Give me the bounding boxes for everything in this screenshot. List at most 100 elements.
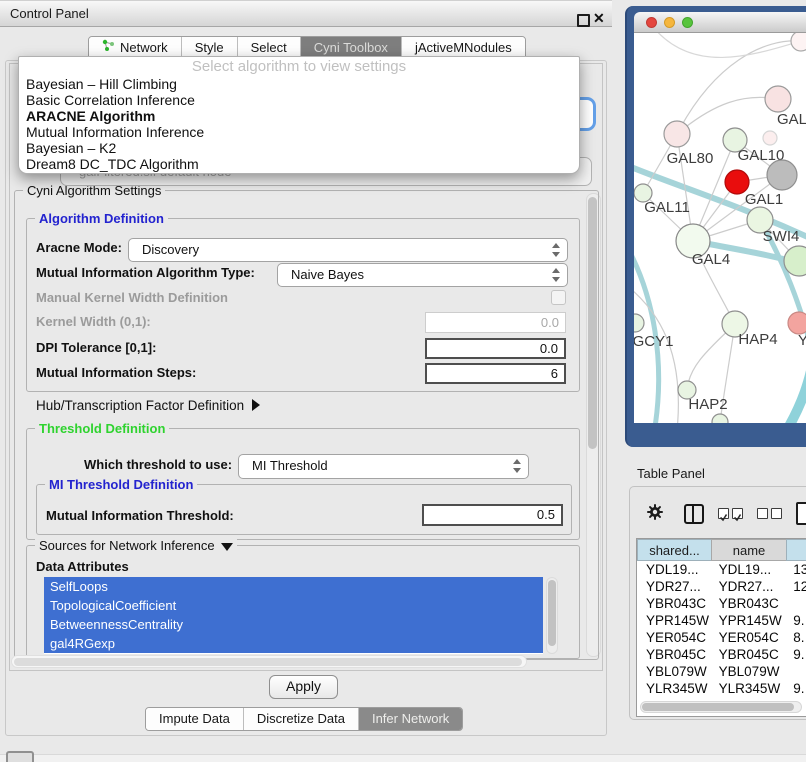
table-row[interactable]: YDR27...YDR27...12 [637,578,806,595]
table-row[interactable]: YLR345WYLR345W9. [637,680,806,697]
dropdown-item[interactable]: Dream8 DC_TDC Algorithm [19,156,579,172]
sources-title[interactable]: Sources for Network Inference [35,538,237,553]
table-row[interactable]: YER054CYER054C8. [637,629,806,646]
table-row[interactable]: YIL052CYIL052C9 [637,697,806,700]
float-window-icon[interactable] [577,14,590,27]
table-cell: YDR27... [637,578,710,595]
dropdown-item[interactable]: ARACNE Algorithm [19,108,579,124]
network-node-gal[interactable] [765,86,791,112]
table-cell [784,595,806,612]
corner-button-fragment[interactable] [6,751,34,762]
screenshot-stage: Control Panel ✕ Network Style Select Cyn… [0,0,806,762]
mi-threshold-label: Mutual Information Threshold: [46,508,234,523]
table-row[interactable]: YBR045CYBR045C9. [637,646,806,663]
mi-algorithm-type-combobox[interactable]: Naive Bayes [277,263,568,287]
manual-kernel-width-checkbox[interactable] [551,290,566,305]
table-row[interactable]: YDL19...YDL19...13 [637,561,806,578]
network-node-label: GAL4 [692,251,730,268]
table-row[interactable]: YBL079WYBL079W [637,663,806,680]
table-cell: 9. [784,646,806,663]
network-node-gal80[interactable] [664,121,690,147]
attribute-list-item[interactable]: gal4RGexp [44,634,543,653]
table-horizontal-scrollbar-thumb[interactable] [642,703,794,711]
table-cell: YBR043C [637,595,710,612]
attribute-list-item[interactable]: TopologicalCoefficient [44,596,543,615]
show-columns-icon[interactable] [684,504,704,524]
network-node[interactable] [791,33,806,51]
document-icon[interactable] [796,502,806,525]
tab-infer-network[interactable]: Infer Network [358,708,462,730]
network-node-label: GAL1 [745,191,783,208]
dropdown-item[interactable]: Bayesian – K2 [19,140,579,156]
table-cell: YER054C [637,629,710,646]
table-cell: YBL079W [710,663,785,680]
attribute-list-item[interactable]: SelfLoops [44,577,543,596]
table-cell [784,663,806,680]
tab-impute-data[interactable]: Impute Data [146,708,243,730]
table-cell: YER054C [710,629,785,646]
aracne-mode-label: Aracne Mode: [36,240,122,255]
table-cell: YDL19... [710,561,785,578]
table-cell: 13 [784,561,806,578]
algorithm-definition-title: Algorithm Definition [35,211,168,226]
mi-steps-field[interactable]: 6 [425,363,566,384]
attributes-list-scrollbar-thumb[interactable] [548,580,556,646]
dropdown-item[interactable]: Mutual Information Inference [19,124,579,140]
table-row[interactable]: YBR043CYBR043C [637,595,806,612]
table-cell: YLR345W [637,680,710,697]
network-node-label: HAP4 [738,331,777,348]
network-edge[interactable] [677,97,778,134]
column-header-partial[interactable] [786,539,806,561]
network-node-label: GAL [777,111,806,128]
network-node[interactable] [767,160,797,190]
mi-threshold-field[interactable]: 0.5 [422,504,563,526]
unchecked-box-icon[interactable] [771,508,782,519]
dpi-tolerance-field[interactable]: 0.0 [425,338,566,359]
table-panel-title: Table Panel [637,466,705,481]
node-table-body: YDL19...YDL19...13YDR27...YDR27...12YBR0… [637,561,806,700]
attribute-list-item[interactable]: BetweennessCentrality [44,615,543,634]
network-edge[interactable] [784,349,806,423]
mi-threshold-definition-title: MI Threshold Definition [45,477,197,492]
mac-zoom-button[interactable] [682,17,693,28]
dropdown-item[interactable]: Bayesian – Hill Climbing [19,76,579,92]
which-threshold-combobox[interactable]: MI Threshold [238,454,529,479]
unchecked-box-icon[interactable] [757,508,768,519]
network-node[interactable] [763,131,777,145]
aracne-mode-combobox[interactable]: Discovery [128,238,568,262]
gear-icon[interactable] [646,503,664,526]
table-row[interactable]: YPR145WYPR145W9. [637,612,806,629]
network-node-gcy1[interactable] [634,314,644,332]
network-view-titlebar[interactable] [634,12,806,33]
table-cell: YIL052C [637,697,710,700]
table-cell: YPR145W [710,612,785,629]
which-threshold-label: Which threshold to use: [84,457,232,472]
checked-box-icon[interactable] [718,508,729,519]
network-canvas[interactable]: GALGAL80GAL10GAL1GAL11SWI4GAL4GCY1HAP4YH… [634,33,806,423]
network-node-label: HAP2 [688,396,727,413]
threshold-definition-title: Threshold Definition [35,421,169,436]
table-cell: 9. [784,680,806,697]
network-node[interactable] [712,414,728,423]
manual-kernel-width-label: Manual Kernel Width Definition [36,290,228,305]
dpi-tolerance-label: DPI Tolerance [0,1]: [36,340,156,355]
column-header-shared-name[interactable]: shared... [637,539,712,561]
column-header-name[interactable]: name [711,539,787,561]
table-cell: YBR045C [637,646,710,663]
mac-minimize-button[interactable] [664,17,675,28]
settings-horizontal-scrollbar-thumb[interactable] [14,658,522,666]
hub-tf-definition-expander[interactable]: Hub/Transcription Factor Definition [36,398,260,413]
close-icon[interactable]: ✕ [593,11,605,25]
apply-button[interactable]: Apply [269,675,338,699]
kernel-width-field[interactable]: 0.0 [425,312,566,333]
checked-box-icon[interactable] [732,508,743,519]
table-cell: YDR27... [710,578,785,595]
table-cell: YPR145W [637,612,710,629]
mac-close-button[interactable] [646,17,657,28]
network-node-y[interactable] [788,312,806,334]
tab-discretize-data[interactable]: Discretize Data [243,708,358,730]
network-edge[interactable] [654,33,801,57]
combobox-stepper-icon [552,268,560,282]
dropdown-item[interactable]: Basic Correlation Inference [19,92,579,108]
mi-steps-label: Mutual Information Steps: [36,365,196,380]
